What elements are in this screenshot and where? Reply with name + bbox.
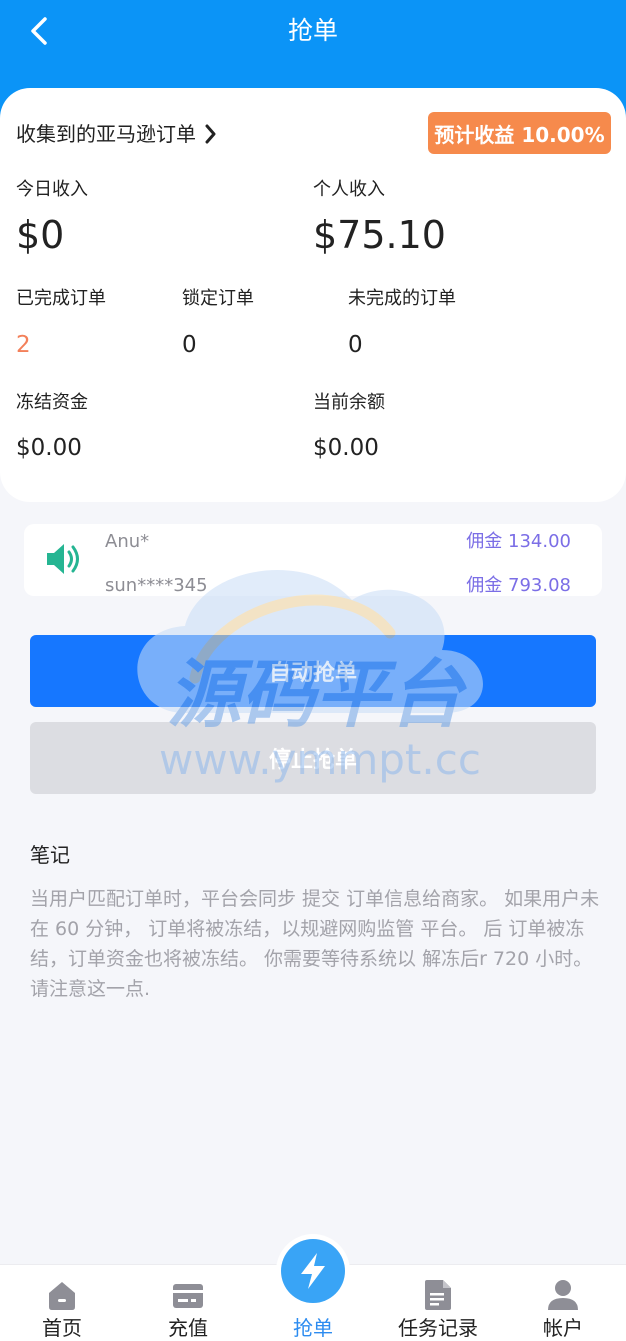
chevron-right-icon [205, 124, 216, 144]
tab-label: 抢单 [293, 1316, 333, 1340]
completed-orders-value: 2 [16, 332, 31, 358]
collected-orders-link[interactable]: 收集到的亚马逊订单 [16, 120, 216, 148]
speaker-icon [47, 544, 79, 574]
current-balance-label: 当前余额 [313, 392, 385, 413]
personal-income-value: $75.10 [313, 213, 446, 257]
lightning-icon [301, 1253, 325, 1289]
current-balance-value: $0.00 [313, 435, 379, 461]
user-icon [548, 1280, 578, 1310]
grab-order-center-button[interactable] [281, 1239, 345, 1303]
personal-income-label: 个人收入 [313, 179, 385, 200]
notes-title: 笔记 [30, 843, 70, 867]
notes-text: 当用户匹配订单时，平台会同步 提交 订单信息给商家。 如果用户未在 60 分钟，… [30, 888, 600, 1000]
tab-label: 任务记录 [398, 1316, 478, 1340]
stop-grab-button[interactable]: 停止抢单 [30, 722, 596, 794]
commission-ticker: Anu* 佣金 134.00 sun****345 佣金 793.08 [24, 524, 602, 596]
locked-orders-value: 0 [182, 332, 197, 358]
ticker-commission: 佣金 134.00 [466, 531, 571, 552]
expected-earnings-badge: 预计收益 10.00% [428, 112, 611, 154]
completed-orders-label: 已完成订单 [16, 288, 106, 309]
today-income-value: $0 [16, 213, 65, 257]
tab-account[interactable]: 帐户 [513, 1265, 613, 1341]
ticker-commission: 佣金 793.08 [466, 575, 571, 596]
locked-orders-label: 锁定订单 [182, 288, 254, 309]
frozen-funds-value: $0.00 [16, 435, 82, 461]
tab-task-records[interactable]: 任务记录 [388, 1265, 488, 1341]
wallet-icon [173, 1284, 203, 1308]
today-income-label: 今日收入 [16, 179, 88, 200]
frozen-funds-label: 冻结资金 [16, 392, 88, 413]
tab-recharge[interactable]: 充值 [138, 1265, 238, 1341]
page-title: 抢单 [287, 16, 338, 45]
auto-grab-button[interactable]: 自动抢单 [30, 635, 596, 707]
collected-orders-label: 收集到的亚马逊订单 [16, 122, 196, 146]
unfinished-orders-label: 未完成的订单 [348, 288, 456, 309]
ticker-user-name: Anu* [105, 531, 150, 552]
tab-label: 充值 [168, 1316, 208, 1340]
ticker-user-name: sun****345 [105, 575, 208, 596]
home-icon [49, 1282, 75, 1310]
tab-label: 首页 [42, 1316, 82, 1340]
tab-label: 帐户 [543, 1316, 583, 1340]
unfinished-orders-value: 0 [348, 332, 363, 358]
document-icon [425, 1280, 451, 1310]
tab-home[interactable]: 首页 [12, 1265, 112, 1341]
